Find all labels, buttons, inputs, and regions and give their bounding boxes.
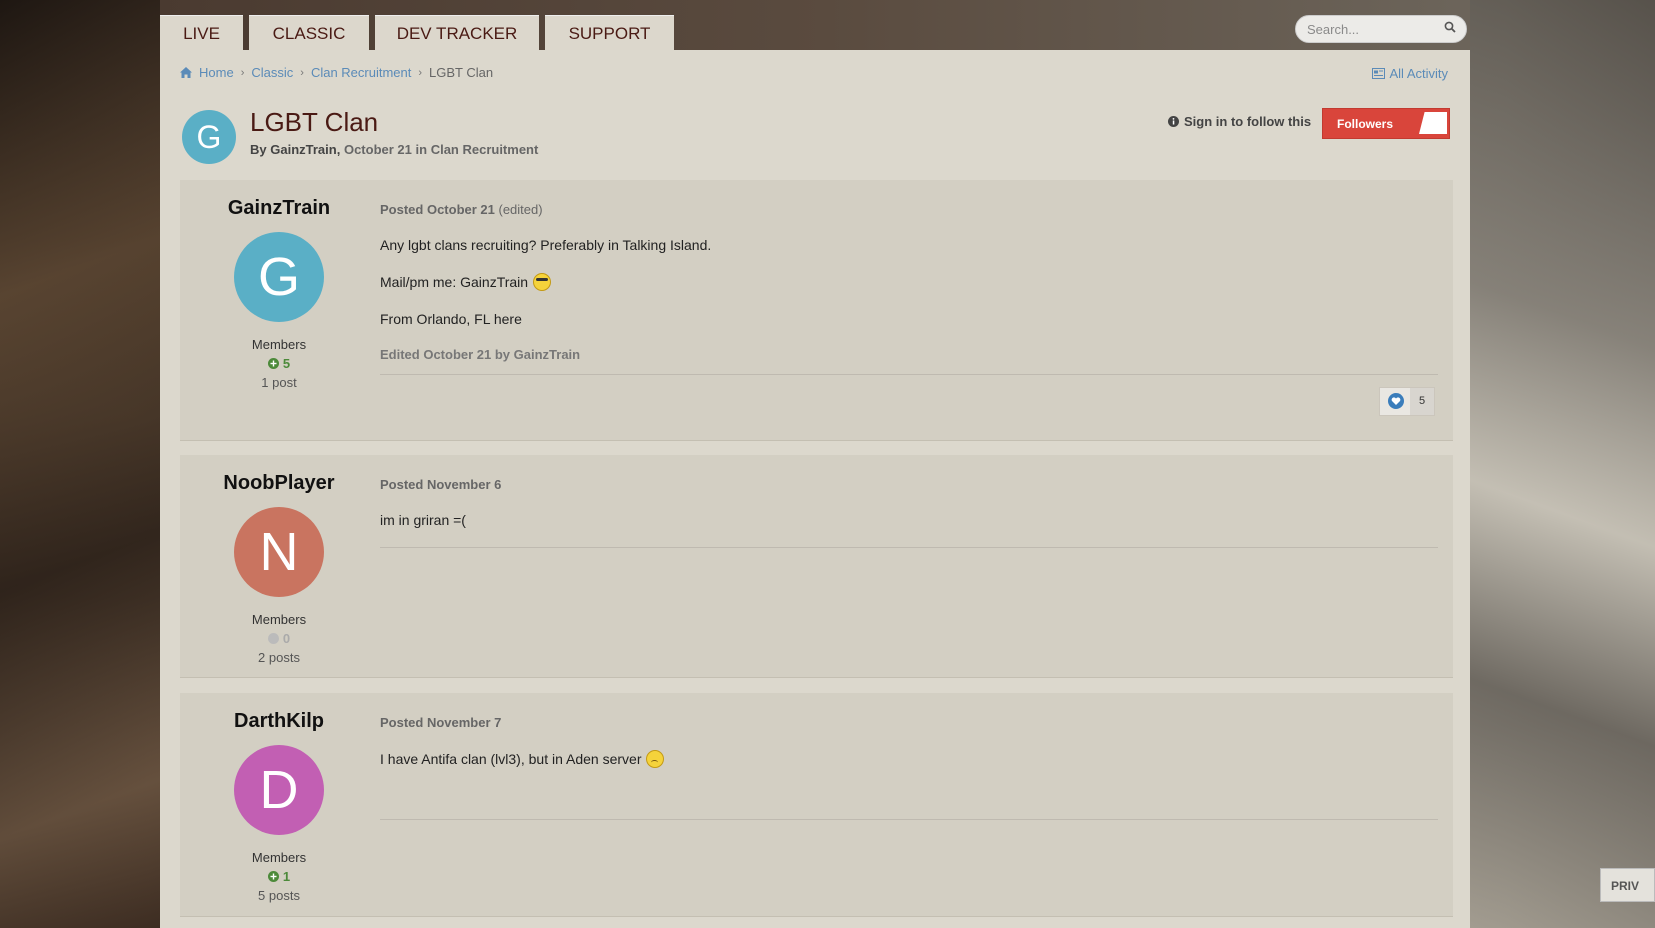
chevron-right-icon: › <box>300 66 304 79</box>
all-activity-label: All Activity <box>1389 66 1448 81</box>
post-body-text: Mail/pm me: GainzTrain <box>380 274 529 290</box>
post-body-line: Any lgbt clans recruiting? Preferably in… <box>380 237 712 253</box>
topic-author-avatar[interactable]: G <box>182 110 236 164</box>
search-placeholder: Search... <box>1307 22 1360 37</box>
plus-circle-icon <box>267 358 279 369</box>
reputation-badge: 5 <box>180 356 378 371</box>
privacy-label: PRIV <box>1611 879 1640 893</box>
activity-icon <box>1372 68 1386 79</box>
posted-label: Posted October 21 <box>380 202 495 217</box>
avatar[interactable]: N <box>234 507 324 597</box>
post-author: GainzTrain G Members 5 1 post <box>180 180 378 390</box>
sign-in-label: Sign in to follow this <box>1184 114 1312 129</box>
all-activity-link[interactable]: All Activity <box>1372 66 1448 81</box>
heart-icon <box>1388 393 1404 409</box>
post-count: 5 posts <box>258 888 300 903</box>
post: GainzTrain G Members 5 1 post Posted Oct… <box>180 180 1453 441</box>
sign-in-to-follow[interactable]: Sign in to follow this <box>1168 114 1311 129</box>
plus-circle-icon <box>267 871 279 882</box>
post-count: 2 posts <box>258 650 300 665</box>
post-body-line: im in griran =( <box>380 512 466 528</box>
cool-emoji-icon <box>533 273 552 291</box>
topic-forum-link[interactable]: Clan Recruitment <box>431 142 539 157</box>
main-content: Home › Classic › Clan Recruitment › LGBT… <box>160 50 1470 928</box>
background-art-left <box>0 0 160 928</box>
post-body-line: I have Antifa clan (lvl3), but in Aden s… <box>380 750 1438 768</box>
reputation-count: 0 <box>282 631 291 646</box>
sad-emoji-icon <box>646 750 665 768</box>
post-date: Posted November 6 <box>380 477 502 492</box>
breadcrumb-clan-recruitment[interactable]: Clan Recruitment <box>311 65 411 80</box>
followers-button[interactable]: Followers <box>1322 108 1450 139</box>
search-input[interactable]: Search... <box>1295 15 1467 43</box>
author-name[interactable]: NoobPlayer <box>180 472 378 495</box>
info-icon <box>1168 116 1179 127</box>
divider <box>380 547 1438 548</box>
post-body-line: Mail/pm me: GainzTrain <box>380 273 1438 291</box>
chevron-right-icon: › <box>418 66 423 79</box>
tab-live[interactable]: LIVE <box>160 15 243 51</box>
reputation-badge: 1 <box>180 869 378 884</box>
post-author: NoobPlayer N Members 0 2 posts <box>180 455 378 665</box>
like-count: 5 <box>1410 388 1434 415</box>
reputation-count: 1 <box>282 869 291 884</box>
author-group: Members <box>251 337 307 352</box>
post: DarthKilp D Members 1 5 posts Posted Nov… <box>180 693 1453 917</box>
topic-in: in <box>415 142 428 157</box>
background-art-right <box>1470 0 1655 928</box>
topic-by: By <box>250 142 267 157</box>
post-content: Posted November 7 I have Antifa clan (lv… <box>380 693 1438 820</box>
neutral-circle-icon <box>267 633 279 644</box>
tab-dev-tracker[interactable]: DEV TRACKER <box>375 15 539 51</box>
reputation-count: 5 <box>282 356 291 371</box>
topic-meta: By GainzTrain, October 21 in Clan Recrui… <box>250 142 539 157</box>
topic-date: October 21 <box>343 142 412 157</box>
top-nav-tabs: LIVE CLASSIC DEV TRACKER SUPPORT <box>160 15 674 51</box>
post-count: 1 post <box>261 375 297 390</box>
chevron-right-icon: › <box>240 66 245 79</box>
avatar[interactable]: G <box>234 232 324 322</box>
post-body-text: I have Antifa clan (lvl3), but in Aden s… <box>380 751 642 767</box>
divider <box>380 819 1438 820</box>
author-name[interactable]: DarthKilp <box>180 710 378 733</box>
post-author: DarthKilp D Members 1 5 posts <box>180 693 378 903</box>
tab-support[interactable]: SUPPORT <box>545 15 674 51</box>
author-group: Members <box>251 612 307 627</box>
search-icon[interactable] <box>1444 21 1456 33</box>
edited-tag[interactable]: (edited) <box>499 202 543 217</box>
reputation-badge: 0 <box>180 631 378 646</box>
author-group: Members <box>251 850 307 865</box>
divider <box>380 374 1438 375</box>
author-name[interactable]: GainzTrain <box>180 197 378 220</box>
post-date: Posted November 7 <box>380 715 502 730</box>
topic-author-link[interactable]: GainzTrain <box>270 142 336 157</box>
post-content: Posted November 6 im in griran =( <box>380 455 1438 548</box>
privacy-badge[interactable]: PRIV <box>1600 868 1655 902</box>
page-title: LGBT Clan <box>250 107 379 137</box>
post-content: Posted October 21 (edited) Any lgbt clan… <box>380 180 1438 416</box>
avatar[interactable]: D <box>234 745 324 835</box>
post-body-line: From Orlando, FL here <box>380 311 522 327</box>
breadcrumb-classic[interactable]: Classic <box>251 65 293 80</box>
home-icon <box>180 67 192 78</box>
breadcrumb-home[interactable]: Home <box>199 65 234 80</box>
post-date: Posted October 21 (edited) <box>380 202 1438 217</box>
edited-note: Edited October 21 by GainzTrain <box>380 347 581 362</box>
post: NoobPlayer N Members 0 2 posts Posted No… <box>180 455 1453 678</box>
like-button[interactable]: 5 <box>1379 387 1435 416</box>
followers-count <box>1419 112 1447 134</box>
followers-label: Followers <box>1337 117 1394 131</box>
tab-classic[interactable]: CLASSIC <box>249 15 369 51</box>
breadcrumb: Home › Classic › Clan Recruitment › LGBT… <box>180 65 493 80</box>
breadcrumb-current: LGBT Clan <box>429 65 494 80</box>
